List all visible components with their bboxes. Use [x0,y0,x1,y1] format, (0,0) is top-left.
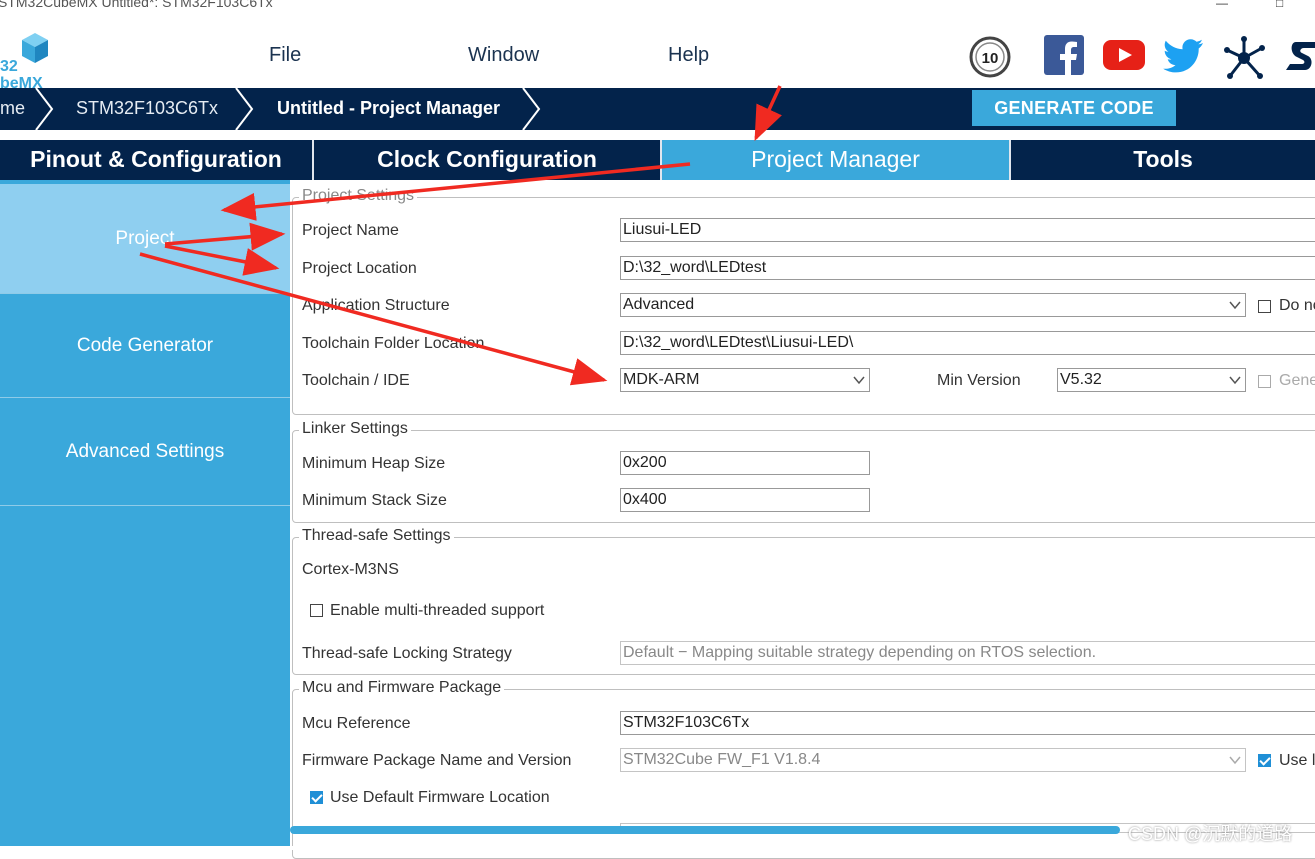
tab-tools[interactable]: Tools [1011,140,1315,180]
menu-bar: 32 beMX File Window Help 10 [0,12,1315,92]
heap-size-field[interactable]: 0x200 [620,451,870,475]
menu-file[interactable]: File [269,44,301,67]
st-logo-icon[interactable] [1286,40,1315,74]
project-name-label: Project Name [302,222,399,239]
do-not-generate-label: Do no [1279,297,1315,314]
chevron-right-icon [235,88,254,130]
use-latest-label: Use l [1279,752,1315,769]
locking-strategy-label: Thread-safe Locking Strategy [302,645,512,662]
chevron-right-icon [522,88,541,130]
mcu-reference-label: Mcu Reference [302,715,411,732]
multithread-checkbox[interactable] [310,604,323,617]
min-version-value: V5.32 [1060,371,1102,388]
divider [0,130,1315,140]
tab-pinout-configuration[interactable]: Pinout & Configuration [0,140,314,180]
youtube-icon[interactable] [1103,40,1147,72]
minimize-icon[interactable]: — [1216,0,1228,10]
watermark: CSDN @沉默的道路 [1128,824,1293,844]
toolchain-folder-field[interactable]: D:\32_word\LEDtest\Liusui-LED\ [620,331,1315,355]
firmware-package-select[interactable]: STM32Cube FW_F1 V1.8.4 [620,748,1246,772]
application-structure-value: Advanced [623,296,695,313]
project-settings-panel: Project Settings Project Name Liusui-LED… [290,180,1315,859]
multithread-label: Enable multi-threaded support [330,602,545,619]
group-legend: Thread-safe Settings [299,527,454,545]
default-firmware-location-label: Use Default Firmware Location [330,789,550,806]
core-label: Cortex-M3NS [302,561,399,578]
bottom-edge [0,846,1315,850]
firmware-package-value: STM32Cube FW_F1 V1.8.4 [623,751,821,768]
do-not-generate-checkbox[interactable] [1258,300,1271,313]
horizontal-scrollbar[interactable] [290,826,1120,834]
chevron-down-icon [1229,376,1241,385]
toolchain-ide-select[interactable]: MDK-ARM [620,368,870,392]
group-legend: Mcu and Firmware Package [299,679,505,697]
tab-project-manager[interactable]: Project Manager [662,140,1011,180]
chevron-down-icon [1229,756,1241,765]
breadcrumb-mcu[interactable]: STM32F103C6Tx [76,88,218,130]
application-structure-label: Application Structure [302,297,450,314]
svg-text:10: 10 [982,50,999,67]
project-location-field[interactable]: D:\32_word\LEDtest [620,256,1315,280]
twitter-icon[interactable] [1163,38,1205,74]
network-nodes-icon[interactable] [1222,36,1266,80]
chevron-down-icon [853,376,865,385]
generate-code-button[interactable]: GENERATE CODE [972,90,1176,126]
menu-window[interactable]: Window [468,44,539,67]
breadcrumb-home[interactable]: me [0,88,25,130]
firmware-package-label: Firmware Package Name and Version [302,752,572,769]
chevron-right-icon [35,88,54,130]
title-bar: STM32CubeMX Untitled*: STM32F103C6Tx — □ [0,0,1315,12]
heap-size-label: Minimum Heap Size [302,455,446,472]
stack-size-field[interactable]: 0x400 [620,488,870,512]
cubemx-logo: 32 beMX [0,30,50,92]
default-firmware-location-checkbox[interactable] [310,791,323,804]
stack-size-label: Minimum Stack Size [302,492,447,509]
side-tab-project[interactable]: Project [0,184,290,294]
chevron-down-icon [1229,301,1241,310]
logo-text-1: 32 [0,58,18,75]
generate-under-root-label: Gene [1279,372,1315,389]
breadcrumb-current: Untitled - Project Manager [277,98,501,118]
min-version-select[interactable]: V5.32 [1057,368,1246,392]
window-title: STM32CubeMX Untitled*: STM32F103C6Tx [0,0,273,10]
side-tabs: Project Code Generator Advanced Settings [0,180,290,850]
main-tabs: Pinout & Configuration Clock Configurati… [0,140,1315,180]
generate-under-root-checkbox[interactable] [1258,375,1271,388]
facebook-icon[interactable] [1044,35,1086,77]
toolchain-ide-value: MDK-ARM [623,371,700,388]
project-name-field[interactable]: Liusui-LED [620,218,1315,242]
toolchain-ide-label: Toolchain / IDE [302,372,410,389]
group-legend: Project Settings [299,187,418,205]
side-tab-code-generator[interactable]: Code Generator [0,294,290,398]
anniversary-10-icon[interactable]: 10 [969,36,1011,78]
breadcrumb: me STM32F103C6Tx Untitled - Project Mana… [0,88,1315,130]
toolchain-folder-label: Toolchain Folder Location [302,335,485,352]
use-latest-checkbox[interactable] [1258,754,1271,767]
min-version-label: Min Version [937,372,1021,389]
side-tab-advanced-settings[interactable]: Advanced Settings [0,398,290,506]
maximize-icon[interactable]: □ [1276,0,1283,10]
application-structure-select[interactable]: Advanced [620,293,1246,317]
tab-clock-configuration[interactable]: Clock Configuration [314,140,662,180]
locking-strategy-field[interactable]: Default − Mapping suitable strategy depe… [620,641,1315,665]
group-legend: Linker Settings [299,420,411,438]
project-location-label: Project Location [302,260,417,277]
menu-help[interactable]: Help [668,44,709,67]
mcu-reference-field[interactable]: STM32F103C6Tx [620,711,1315,735]
